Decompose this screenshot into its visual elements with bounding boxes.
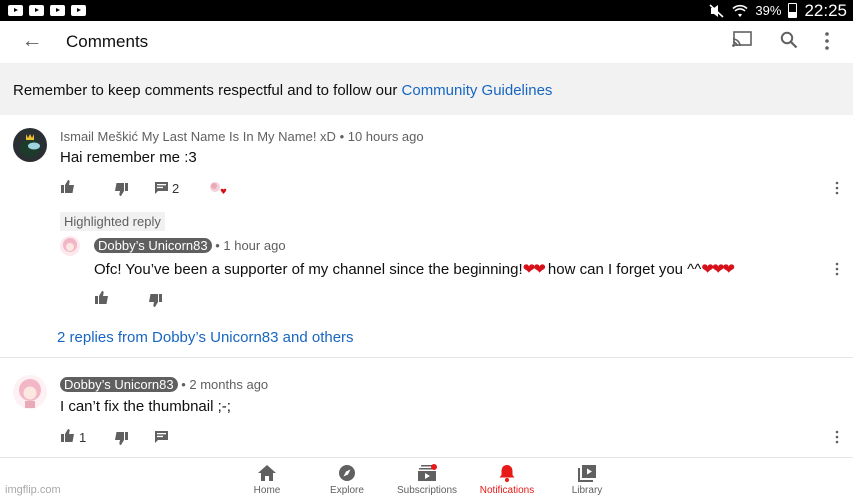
thumbs-down-icon	[115, 183, 128, 196]
wifi-icon	[732, 4, 748, 17]
creator-heart-icon	[210, 182, 227, 194]
creator-author-chip[interactable]: Dobby’s Unicorn83	[94, 238, 212, 253]
reply-button[interactable]	[155, 182, 168, 198]
notification-icons	[8, 5, 86, 16]
like-count: 1	[79, 430, 87, 445]
crewmate-avatar-icon	[20, 134, 40, 157]
app-bar: ← Comments	[0, 21, 853, 63]
reply-age: • 1 hour ago	[211, 238, 286, 253]
nav-library[interactable]: Library	[547, 464, 627, 496]
comment-icon	[155, 182, 168, 194]
youtube-notification-icon	[71, 5, 86, 16]
guidelines-banner: Remember to keep comments respectful and…	[0, 63, 853, 115]
hearts-emoji: ❤❤❤	[701, 261, 735, 278]
youtube-notification-icon	[29, 5, 44, 16]
search-icon[interactable]	[780, 31, 798, 49]
thumbs-down-icon	[149, 294, 162, 307]
nav-explore[interactable]: Explore	[307, 464, 387, 496]
dislike-button[interactable]	[114, 432, 128, 448]
dislike-button[interactable]	[148, 294, 162, 310]
status-right: 39% 22:25	[709, 1, 847, 20]
nav-home[interactable]: Home	[227, 464, 307, 496]
youtube-notification-icon	[50, 5, 65, 16]
nav-label: Home	[253, 485, 281, 496]
highlighted-reply-tag: Highlighted reply	[60, 212, 165, 231]
more-options-icon[interactable]	[822, 31, 832, 51]
battery-icon	[788, 3, 798, 18]
dislike-button[interactable]	[114, 183, 128, 199]
reply-text: Ofc! You’ve been a supporter of my chann…	[94, 260, 735, 278]
page-title: Comments	[66, 32, 149, 51]
thumbs-down-icon	[115, 432, 128, 445]
nav-label: Subscriptions	[396, 485, 458, 496]
comment-age: • 2 months ago	[177, 377, 269, 392]
comment-author[interactable]: Ismail Meškić My Last Name Is In My Name…	[60, 129, 336, 144]
subscriptions-icon	[418, 464, 437, 481]
like-button[interactable]	[95, 291, 109, 307]
back-arrow-icon[interactable]: ←	[20, 29, 44, 53]
comment-more-icon[interactable]	[834, 181, 840, 195]
home-icon	[258, 465, 276, 481]
explore-icon	[339, 465, 355, 481]
anime-avatar-icon	[19, 379, 41, 408]
thumbs-up-icon	[61, 180, 74, 193]
community-guidelines-link[interactable]: Community Guidelines	[402, 82, 553, 99]
comment-text: I can’t fix the thumbnail ;-;	[60, 398, 231, 415]
nav-label: Explore	[330, 485, 364, 496]
like-button[interactable]	[61, 180, 75, 196]
reply-button[interactable]	[155, 431, 168, 447]
nav-label: Notifications	[479, 485, 535, 496]
clock: 22:25	[804, 0, 847, 20]
nav-label: Library	[571, 485, 603, 496]
reply-more-icon[interactable]	[834, 262, 840, 276]
view-replies-link[interactable]: 2 replies from Dobby’s Unicorn83 and oth…	[57, 329, 354, 346]
comment-meta: Dobby’s Unicorn83 • 2 months ago	[60, 377, 268, 392]
status-bar: 39% 22:25	[0, 0, 853, 21]
reply-text-part: Ofc! You’ve been a supporter of my chann…	[94, 261, 523, 278]
bell-icon	[499, 465, 515, 482]
battery-percent: 39%	[755, 3, 782, 18]
library-icon	[578, 465, 596, 482]
avatar[interactable]	[13, 128, 47, 162]
mute-icon	[709, 3, 724, 18]
watermark: imgflip.com	[5, 484, 61, 496]
cast-icon[interactable]	[732, 31, 752, 47]
comment-icon	[155, 431, 168, 443]
avatar[interactable]	[60, 236, 80, 256]
nav-subscriptions[interactable]: Subscriptions	[387, 464, 467, 496]
creator-heart	[208, 180, 228, 196]
creator-author-chip[interactable]: Dobby’s Unicorn83	[60, 377, 178, 392]
avatar[interactable]	[13, 375, 47, 409]
thumbs-up-icon	[95, 291, 108, 304]
nav-notifications[interactable]: Notifications	[467, 464, 547, 496]
reply-meta: Dobby’s Unicorn83 • 1 hour ago	[94, 238, 286, 253]
like-button[interactable]	[61, 429, 75, 445]
divider	[0, 357, 853, 358]
comment-age: • 10 hours ago	[335, 129, 424, 144]
banner-text: Remember to keep comments respectful and…	[13, 82, 402, 99]
thumbs-up-icon	[61, 429, 74, 442]
comment-more-icon[interactable]	[834, 430, 840, 444]
hearts-emoji: ❤❤	[522, 261, 546, 278]
youtube-notification-icon	[8, 5, 23, 16]
bottom-navigation: Home Explore Subscriptions Notifications…	[0, 457, 853, 500]
comment-text: Hai remember me :3	[60, 149, 197, 166]
comment-meta: Ismail Meškić My Last Name Is In My Name…	[60, 129, 424, 144]
reply-text-part: how can I forget you ^^	[543, 261, 702, 278]
reply-count: 2	[172, 181, 180, 196]
anime-avatar-icon	[63, 238, 77, 252]
